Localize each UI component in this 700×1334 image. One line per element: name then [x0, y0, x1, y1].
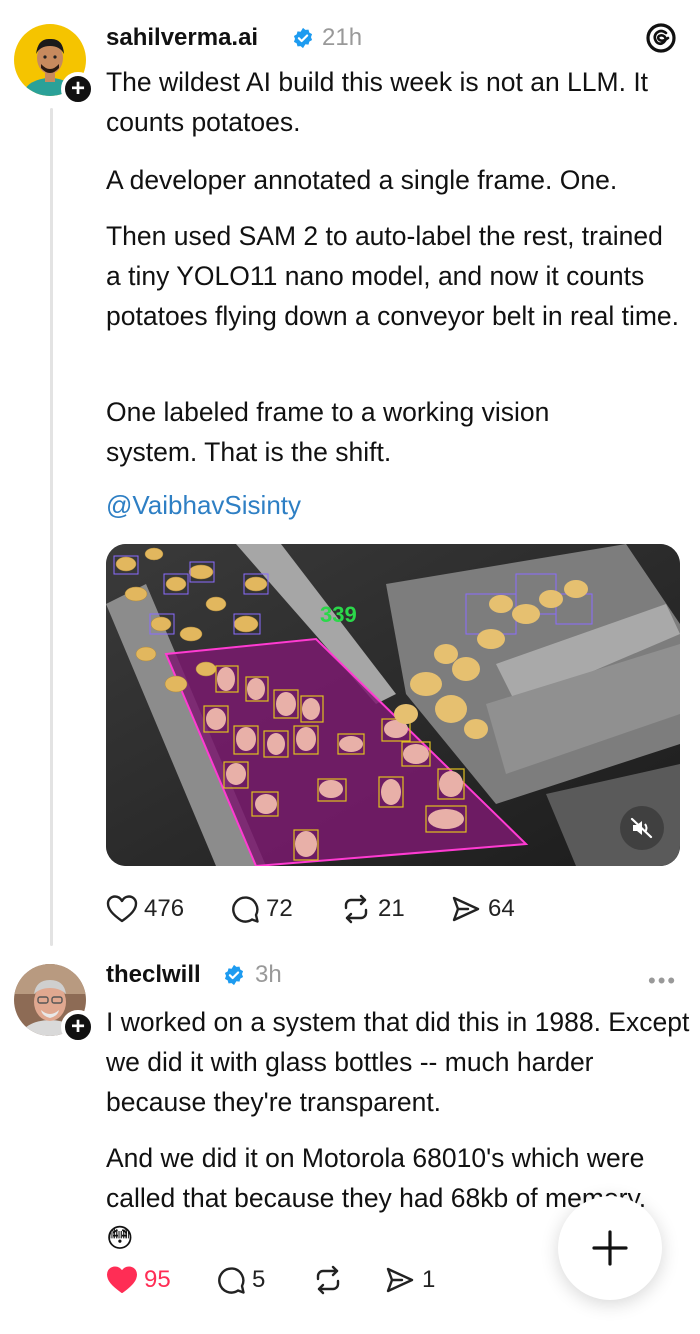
- comment-icon: [232, 896, 259, 923]
- post-time: 21h: [322, 24, 363, 51]
- reply-button[interactable]: 5: [216, 1265, 265, 1295]
- reply-count: 5: [252, 1266, 266, 1293]
- like-count: 476: [144, 895, 185, 922]
- repost-icon: [344, 894, 368, 924]
- post-text-p3: Then used SAM 2 to auto-label the rest, …: [106, 221, 680, 331]
- username[interactable]: sahilverma.ai: [106, 24, 258, 52]
- post-text-p1: The wildest AI build this week is not an…: [106, 67, 649, 137]
- share-button[interactable]: 64: [450, 894, 515, 924]
- video-frame: 339: [106, 544, 680, 866]
- thread-line: [50, 108, 53, 946]
- new-post-button[interactable]: [558, 1196, 662, 1300]
- like-button[interactable]: 95: [106, 1265, 171, 1295]
- follow-button[interactable]: +: [61, 1010, 95, 1044]
- reply-count: 72: [266, 895, 293, 922]
- heart-icon: [106, 895, 138, 923]
- reply-button[interactable]: 72: [230, 894, 293, 924]
- username[interactable]: theclwill: [106, 961, 201, 989]
- mute-button[interactable]: [620, 806, 664, 850]
- repost-button[interactable]: [312, 1265, 350, 1295]
- comment-icon: [218, 1267, 245, 1294]
- post-time: 3h: [255, 961, 282, 988]
- post-text-p4: One labeled frame to a working vision sy…: [106, 397, 550, 467]
- video-counter: 339: [320, 602, 357, 627]
- share-count: 64: [488, 895, 515, 922]
- share-button[interactable]: 1: [384, 1265, 435, 1295]
- post-text-p2: A developer annotated a single frame. On…: [106, 165, 618, 195]
- like-button[interactable]: 476: [106, 894, 184, 924]
- verified-icon: [224, 964, 244, 986]
- verified-icon: [293, 27, 313, 49]
- like-count: 95: [144, 1266, 171, 1293]
- mention-link[interactable]: @VaibhavSisinty: [106, 490, 301, 521]
- share-count: 1: [422, 1266, 436, 1293]
- repost-button[interactable]: 21: [340, 894, 405, 924]
- mute-icon: [630, 817, 653, 839]
- more-icon[interactable]: •••: [648, 968, 677, 994]
- share-icon: [452, 896, 480, 922]
- heart-icon: [107, 1266, 137, 1293]
- share-icon: [386, 1267, 414, 1293]
- threads-logo-icon[interactable]: [644, 21, 678, 55]
- repost-icon: [316, 1265, 340, 1295]
- repost-count: 21: [378, 895, 405, 922]
- plus-icon: [592, 1230, 628, 1266]
- follow-button[interactable]: +: [61, 72, 95, 106]
- video-player[interactable]: 339: [106, 544, 680, 866]
- post-text-p1: I worked on a system that did this in 19…: [106, 1007, 690, 1117]
